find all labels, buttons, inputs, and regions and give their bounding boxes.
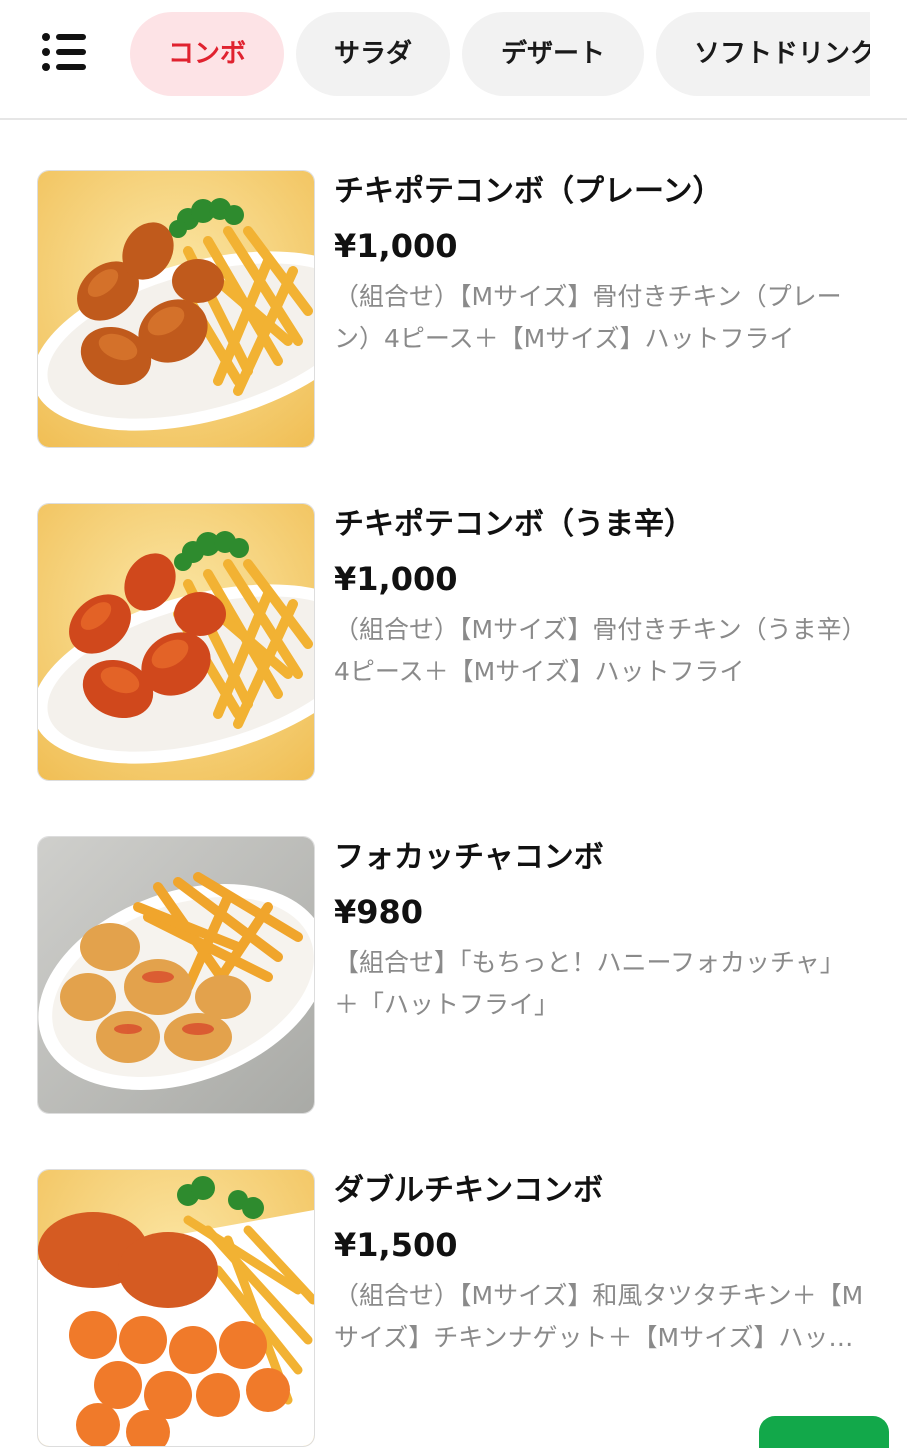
item-name: ダブルチキンコンボ [334, 1173, 604, 1208]
item-description: （組合せ）【Mサイズ】和風タツタチキン＋【Mサイズ】チキンナゲット＋【Mサイズ】… [334, 1281, 864, 1352]
item-price: ¥1,000 [334, 560, 458, 598]
tatsuta-chicken-nuggets-and-fries-photo [37, 1169, 315, 1447]
menu-item[interactable]: チキポテコンボ（プレーン） ¥1,000 （組合せ）【Mサイズ】骨付きチキン（プ… [37, 170, 877, 448]
item-price: ¥1,500 [334, 1226, 458, 1264]
item-price: ¥1,000 [334, 227, 458, 265]
menu-item[interactable]: ダブルチキンコンボ ¥1,500 （組合せ）【Mサイズ】和風タツタチキン＋【Mサ… [37, 1169, 877, 1447]
focaccia-and-fries-photo [37, 836, 315, 1114]
menu-item[interactable]: チキポテコンボ（うま辛） ¥1,000 （組合せ）【Mサイズ】骨付きチキン（うま… [37, 503, 877, 781]
item-name: チキポテコンボ（プレーン） [334, 174, 723, 209]
tab-soft-drink[interactable]: ソフトドリンク [656, 12, 870, 96]
fried-chicken-plain-and-fries-photo [37, 170, 315, 448]
item-description: （組合せ）【Mサイズ】骨付きチキン（うま辛）4ピース＋【Mサイズ】ハットフライ [334, 615, 867, 686]
tab-salad[interactable]: サラダ [296, 12, 450, 96]
menu-item[interactable]: フォカッチャコンボ ¥980 【組合せ】「もちっと！ハニーフォカッチャ」＋「ハッ… [37, 836, 877, 1114]
list-menu-icon[interactable] [40, 30, 90, 74]
category-bar: コンボ サラダ デザート ソフトドリンク [0, 0, 907, 120]
item-description: （組合せ）【Mサイズ】骨付きチキン（プレーン）4ピース＋【Mサイズ】ハットフライ [334, 282, 842, 353]
tab-combo[interactable]: コンボ [130, 12, 284, 96]
item-price: ¥980 [334, 893, 424, 931]
menu-page: コンボ サラダ デザート ソフトドリンク チキポテコンボ（プレーン） ¥1,00… [0, 0, 907, 1448]
item-name: チキポテコンボ（うま辛） [334, 507, 694, 542]
category-tabs: コンボ サラダ デザート ソフトドリンク [130, 12, 870, 96]
cart-button[interactable] [759, 1416, 889, 1448]
item-name: フォカッチャコンボ [334, 840, 604, 875]
spicy-fried-chicken-and-fries-photo [37, 503, 315, 781]
item-description: 【組合せ】「もちっと！ハニーフォカッチャ」＋「ハットフライ」 [334, 948, 845, 1019]
tab-dessert[interactable]: デザート [462, 12, 644, 96]
